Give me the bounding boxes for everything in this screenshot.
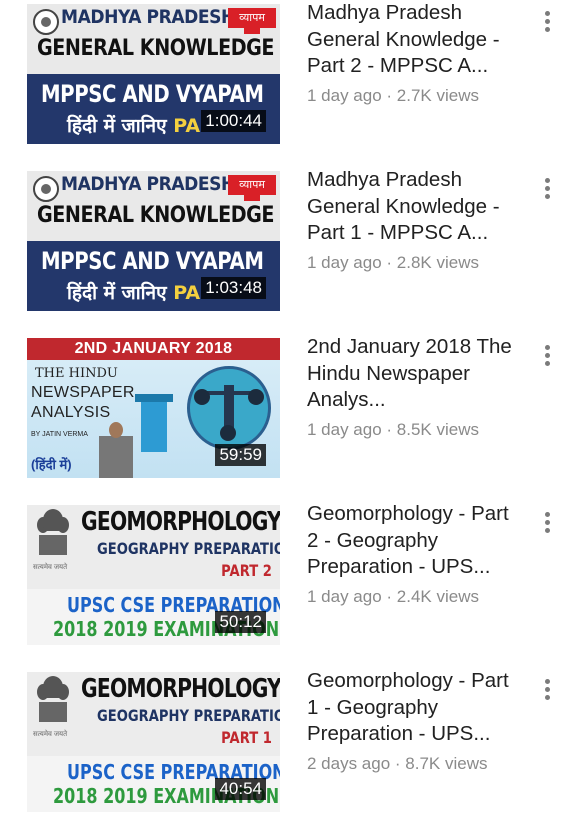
thumb-heading: MADHYA PRADESH [61,173,235,195]
thumb-date-banner: 2ND JANUARY 2018 [27,338,280,360]
thumb-heading: MADHYA PRADESH [61,6,235,28]
view-count: 8.7K views [405,753,488,773]
duration-badge: 1:03:48 [201,277,266,299]
video-stats: 2 days ago · 8.7K views [307,754,522,774]
thumb-line-analysis: ANALYSIS [31,404,111,421]
separator: · [381,85,397,105]
video-meta: Geomorphology - Part 1 - Geography Prepa… [307,668,522,774]
thumb-author: BY JATIN VERMA [31,431,88,438]
separator: · [381,252,397,272]
view-count: 8.5K views [396,419,479,439]
duration-badge: 59:59 [215,444,266,466]
justice-scale-icon [187,366,271,450]
thumb-hindi-a: हिंदी में जानिए [67,115,167,137]
thumb-heading: GEOMORPHOLOGY [81,674,280,704]
upload-age: 2 days ago [307,753,391,773]
upload-age: 1 day ago [307,85,382,105]
video-meta: 2nd January 2018 The Hindu Newspaper Ana… [307,334,522,440]
video-title[interactable]: Madhya Pradesh General Knowledge - Part … [307,0,522,80]
video-meta: Madhya Pradesh General Knowledge - Part … [307,0,522,106]
more-options-icon[interactable] [535,342,559,376]
thumbnail-bottom-panel: MPPSC AND VYAPAM हिंदी में जानिए PA [27,241,280,311]
thumb-hindi-a: हिंदी में जानिए [67,282,167,304]
thumb-hindi-b: PA [173,115,201,137]
emblem-icon [33,176,59,202]
thumb-tag: व्यापम [228,175,276,201]
separator: · [381,586,397,606]
thumbnail-top-panel: MADHYA PRADESH व्यापम GENERAL KNOWLEDGE [27,171,280,241]
video-stats: 1 day ago · 8.5K views [307,420,522,440]
video-thumbnail[interactable]: सत्यमेव जयते GEOMORPHOLOGY GEOGRAPHY PRE… [27,672,280,812]
thumb-subheading: GENERAL KNOWLEDGE [37,36,275,61]
thumb-part: PART 1 [221,728,272,747]
video-thumbnail[interactable]: 2ND JANUARY 2018 THE HINDU NEWSPAPER ANA… [27,338,280,478]
more-options-icon[interactable] [535,509,559,543]
national-emblem-icon [31,505,75,559]
upload-age: 1 day ago [307,252,382,272]
thumb-line-newspaper: NEWSPAPER [31,384,135,401]
thumbnail-top-panel: सत्यमेव जयते GEOMORPHOLOGY GEOGRAPHY PRE… [27,672,280,756]
video-stats: 1 day ago · 2.4K views [307,587,522,607]
duration-badge: 1:00:44 [201,110,266,132]
thumb-language: (हिंदी में) [31,457,72,472]
view-count: 2.4K views [396,586,479,606]
presenter-image [99,422,133,478]
separator: · [381,419,397,439]
video-stats: 1 day ago · 2.7K views [307,86,522,106]
thumb-newspaper-name: THE HINDU [35,366,118,381]
video-meta: Madhya Pradesh General Knowledge - Part … [307,167,522,273]
video-stats: 1 day ago · 2.8K views [307,253,522,273]
video-title[interactable]: Geomorphology - Part 1 - Geography Prepa… [307,668,522,748]
thumb-part: PART 2 [221,561,272,580]
thumb-exam-text: MPPSC AND VYAPAM [41,247,264,275]
emblem-icon [33,9,59,35]
podium-icon [135,394,173,452]
view-count: 2.8K views [396,252,479,272]
view-count: 2.7K views [396,85,479,105]
video-list: MADHYA PRADESH व्यापम GENERAL KNOWLEDGE … [0,0,575,812]
thumb-tag: व्यापम [228,8,276,34]
thumbnail-bottom-panel: MPPSC AND VYAPAM हिंदी में जानिए PA [27,74,280,144]
video-item[interactable]: 2ND JANUARY 2018 THE HINDU NEWSPAPER ANA… [0,334,575,501]
upload-age: 1 day ago [307,586,382,606]
thumb-hindi-text: हिंदी में जानिए PA [67,112,200,138]
thumb-subheading: GENERAL KNOWLEDGE [37,203,275,228]
thumbnail-top-panel: सत्यमेव जयते GEOMORPHOLOGY GEOGRAPHY PRE… [27,505,280,589]
thumb-exam-text: MPPSC AND VYAPAM [41,80,264,108]
thumb-motto: सत्यमेव जयते [33,564,68,571]
video-meta: Geomorphology - Part 2 - Geography Prepa… [307,501,522,607]
thumb-heading: GEOMORPHOLOGY [81,507,280,537]
more-options-icon[interactable] [535,676,559,710]
thumb-subheading: GEOGRAPHY PREPARATION [97,706,280,725]
more-options-icon[interactable] [535,8,559,42]
video-item[interactable]: सत्यमेव जयते GEOMORPHOLOGY GEOGRAPHY PRE… [0,668,575,835]
thumbnail-top-panel: MADHYA PRADESH व्यापम GENERAL KNOWLEDGE [27,4,280,74]
thumb-subheading: GEOGRAPHY PREPARATION [97,539,280,558]
video-title[interactable]: Madhya Pradesh General Knowledge - Part … [307,167,522,247]
video-thumbnail[interactable]: सत्यमेव जयते GEOMORPHOLOGY GEOGRAPHY PRE… [27,505,280,645]
duration-badge: 50:12 [215,611,266,633]
video-thumbnail[interactable]: MADHYA PRADESH व्यापम GENERAL KNOWLEDGE … [27,171,280,311]
separator: · [390,753,406,773]
national-emblem-icon [31,672,75,726]
upload-age: 1 day ago [307,419,382,439]
more-options-icon[interactable] [535,175,559,209]
video-thumbnail[interactable]: MADHYA PRADESH व्यापम GENERAL KNOWLEDGE … [27,4,280,144]
video-title[interactable]: 2nd January 2018 The Hindu Newspaper Ana… [307,334,522,414]
thumb-hindi-text: हिंदी में जानिए PA [67,279,200,305]
video-item[interactable]: MADHYA PRADESH व्यापम GENERAL KNOWLEDGE … [0,0,575,167]
video-item[interactable]: MADHYA PRADESH व्यापम GENERAL KNOWLEDGE … [0,167,575,334]
thumb-hindi-b: PA [173,282,201,304]
video-title[interactable]: Geomorphology - Part 2 - Geography Prepa… [307,501,522,581]
duration-badge: 40:54 [215,778,266,800]
video-item[interactable]: सत्यमेव जयते GEOMORPHOLOGY GEOGRAPHY PRE… [0,501,575,668]
thumb-motto: सत्यमेव जयते [33,731,68,738]
